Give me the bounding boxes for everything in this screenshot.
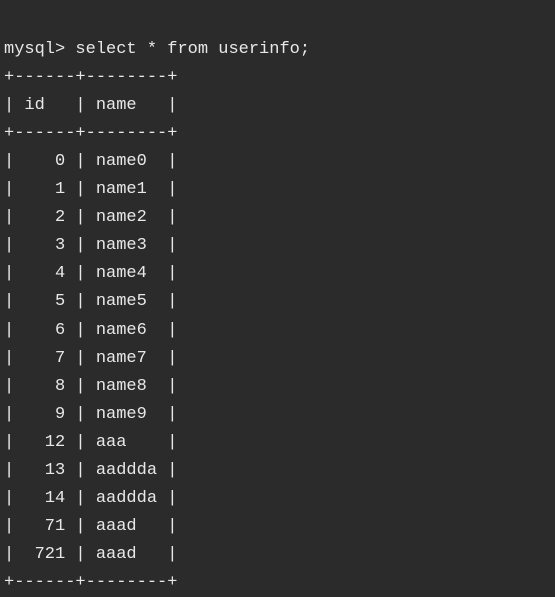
table-row: | 0 | name0 | — [4, 152, 177, 171]
table-row: | 6 | name6 | — [4, 321, 177, 340]
table-row: | 5 | name5 | — [4, 292, 177, 311]
table-row: | 7 | name7 | — [4, 349, 177, 368]
table-border-bottom: +------+--------+ — [4, 573, 177, 592]
table-row: | 71 | aaad | — [4, 517, 177, 536]
table-row: | 13 | aaddda | — [4, 461, 177, 480]
table-row: | 2 | name2 | — [4, 208, 177, 227]
table-row: | 9 | name9 | — [4, 405, 177, 424]
mysql-terminal: mysql> select * from userinfo; +------+-… — [0, 0, 555, 597]
mysql-prompt: mysql> — [4, 40, 75, 59]
table-row: | 3 | name3 | — [4, 236, 177, 255]
sql-query: select * from userinfo; — [75, 40, 310, 59]
table-row: | 1 | name1 | — [4, 180, 177, 199]
table-row: | 721 | aaad | — [4, 545, 177, 564]
command-line: mysql> select * from userinfo; — [4, 40, 310, 59]
table-border-top: +------+--------+ — [4, 68, 177, 87]
table-border-mid: +------+--------+ — [4, 124, 177, 143]
table-row: | 4 | name4 | — [4, 264, 177, 283]
table-header-row: | id | name | — [4, 96, 177, 115]
table-row: | 14 | aaddda | — [4, 489, 177, 508]
table-row: | 8 | name8 | — [4, 377, 177, 396]
table-row: | 12 | aaa | — [4, 433, 177, 452]
